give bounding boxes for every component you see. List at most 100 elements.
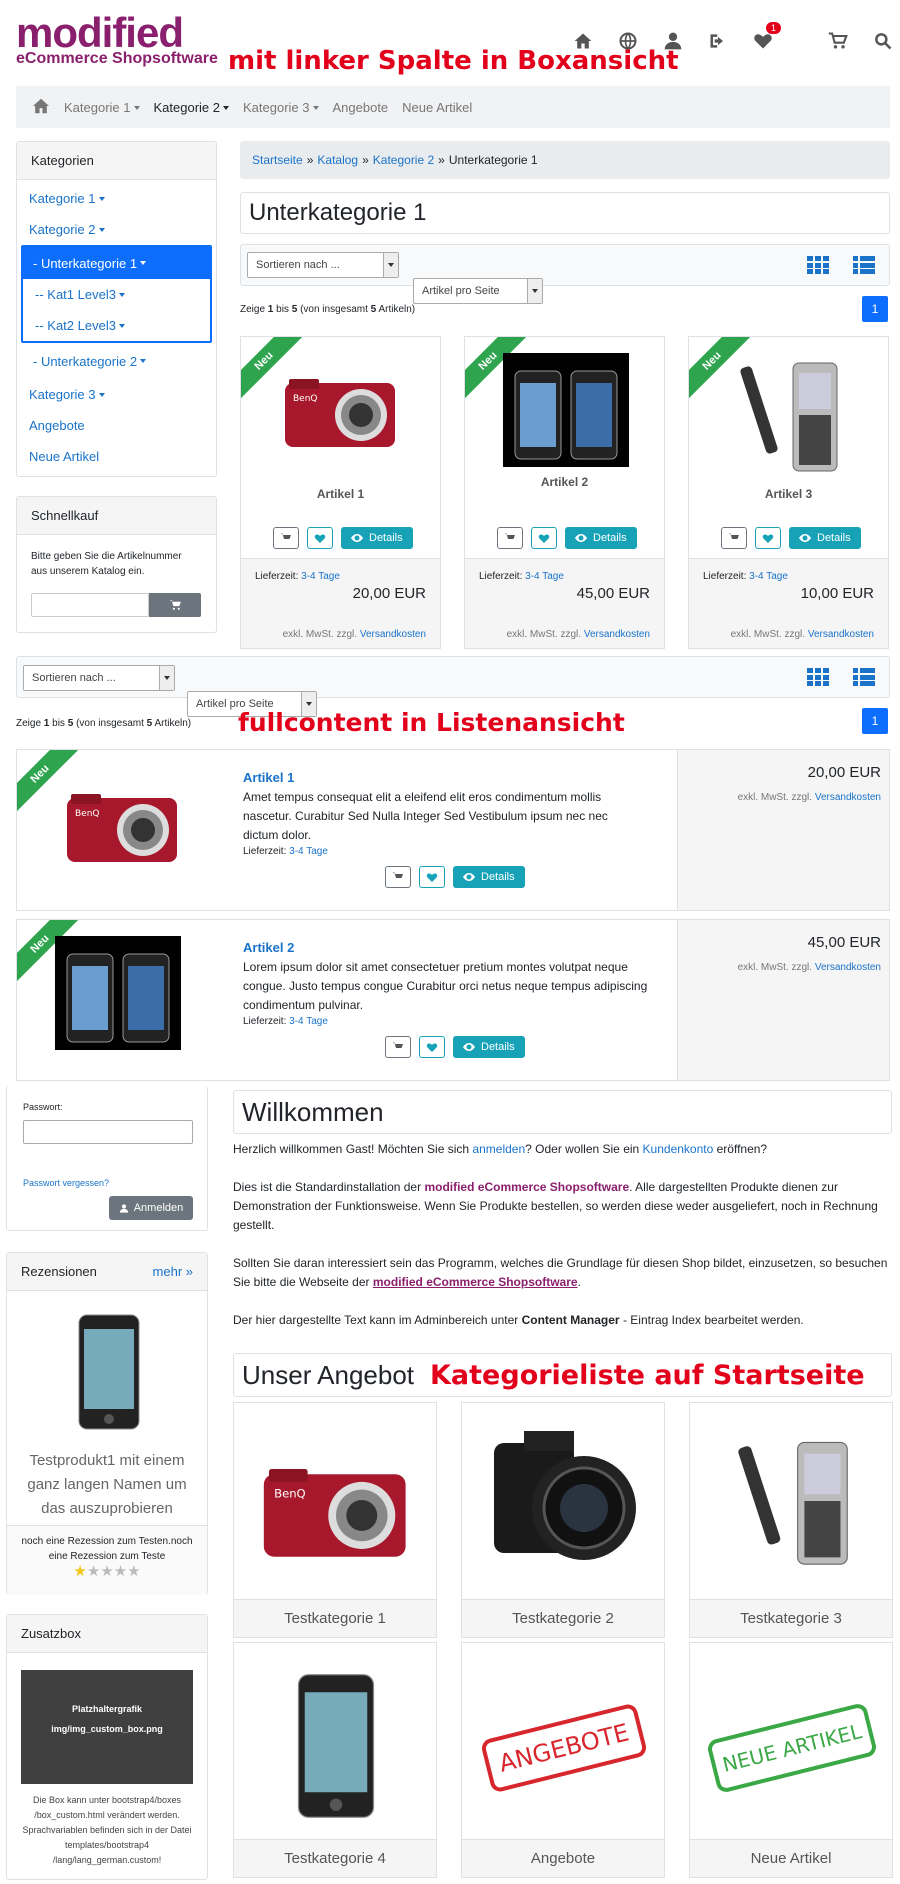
cart-icon[interactable] [815,26,860,56]
shipping-link[interactable]: Versandkosten [360,629,426,640]
wishlist-button[interactable] [307,527,333,549]
category-tile-1[interactable]: BenQ Testkategorie 1 [233,1402,437,1638]
heart-icon[interactable]: 1 [740,22,785,56]
category-tile-offers[interactable]: ANGEBOTE Angebote [461,1642,665,1878]
search-icon[interactable] [860,26,900,56]
nav-item-kategorie-2[interactable]: Kategorie 2 [154,100,229,115]
shipping-link[interactable]: Versandkosten [808,629,874,640]
category-tile-2[interactable]: Testkategorie 2 [461,1402,665,1638]
nav-item-kategorie-1[interactable]: Kategorie 1 [64,100,140,115]
product-name[interactable]: Artikel 3 [689,487,888,501]
details-button[interactable]: Details [565,527,637,549]
product-card-1[interactable]: Neu BenQ Artikel 1 Details Lieferzeit: 3… [240,336,441,649]
list-view-icon[interactable] [853,256,875,274]
side-neue-artikel[interactable]: Neue Artikel [17,441,216,472]
details-button[interactable]: Details [453,1036,525,1058]
review-product-image[interactable] [77,1313,141,1431]
add-to-cart-button[interactable] [273,527,299,549]
reviews-more-link[interactable]: mehr » [153,1264,193,1279]
product-image-camera[interactable]: BenQ [61,780,185,870]
welcome-title: Willkommen [233,1090,892,1134]
password-input[interactable] [23,1120,193,1144]
add-to-cart-button[interactable] [721,527,747,549]
product-name[interactable]: Artikel 1 [243,770,294,785]
user-icon[interactable] [650,26,695,56]
delivery-link[interactable]: 3-4 Tage [289,1016,328,1027]
listing-toolbar: Sortieren nach ... Artikel pro Seite [240,244,890,304]
product-footer: Lieferzeit: 3-4 Tage 10,00 EUR exkl. MwS… [689,558,888,648]
list-item-2[interactable]: Neu Artikel 2 Lorem ipsum dolor sit amet… [16,919,890,1081]
t: exkl. MwSt. zzgl. [737,792,813,803]
shipping-link[interactable]: Versandkosten [584,629,650,640]
details-button[interactable]: Details [341,527,413,549]
nav-home-icon[interactable] [32,98,50,117]
nav-item-neue-artikel[interactable]: Neue Artikel [402,100,472,115]
product-image-nokia[interactable] [733,355,843,475]
side-kat2-level3[interactable]: -- Kat2 Level3 [23,310,210,341]
login-button[interactable]: Anmelden [109,1196,193,1220]
side-angebote[interactable]: Angebote [17,410,216,441]
product-card-2[interactable]: Neu Artikel 2 Details Lieferzeit: 3-4 Ta… [464,336,665,649]
home-icon[interactable] [560,26,605,56]
side-kat1-level3[interactable]: -- Kat1 Level3 [23,279,210,310]
sort-select[interactable]: Sortieren nach ... [247,252,399,278]
add-to-cart-button[interactable] [385,1036,411,1058]
crumb-kategorie-2[interactable]: Kategorie 2 [373,153,434,167]
side-cat-2[interactable]: Kategorie 2 [17,214,216,245]
logout-icon[interactable] [695,26,740,56]
list-view-icon[interactable] [853,668,875,686]
category-tile-4[interactable]: Testkategorie 4 [233,1642,437,1878]
pagination-page-1[interactable]: 1 [862,296,888,322]
account-link[interactable]: Kundenkonto [643,1142,714,1156]
shipping-link[interactable]: Versandkosten [815,792,881,803]
product-name[interactable]: Artikel 2 [243,940,294,955]
add-to-cart-button[interactable] [385,866,411,888]
review-product-name[interactable]: Testprodukt1 mit einem ganz langen Namen… [17,1449,197,1521]
grid-view-icon[interactable] [807,256,829,274]
side-subcat-2[interactable]: - Unterkategorie 2 [17,343,216,379]
side-subcat-1[interactable]: - Unterkategorie 1 [23,247,210,279]
product-card-3[interactable]: Neu Artikel 3 Details Lieferzeit: 3-4 Ta… [688,336,889,649]
logo[interactable]: modified [16,12,184,54]
details-button[interactable]: Details [453,866,525,888]
pagination-page-1[interactable]: 1 [862,708,888,734]
crumb-catalog[interactable]: Katalog [317,153,358,167]
wishlist-button[interactable] [419,1036,445,1058]
category-tile-3[interactable]: Testkategorie 3 [689,1402,893,1638]
wishlist-button[interactable] [419,866,445,888]
category-image-dslr [494,1431,636,1560]
brand-link[interactable]: modified eCommerce Shopsoftware [373,1275,578,1289]
per-page-select[interactable]: Artikel pro Seite [413,278,543,304]
globe-icon[interactable] [605,26,650,56]
side-cat-3[interactable]: Kategorie 3 [17,379,216,410]
product-name[interactable]: Artikel 2 [465,475,664,489]
side-cat-1[interactable]: Kategorie 1 [17,183,216,214]
delivery-link[interactable]: 3-4 Tage [301,571,340,582]
quickbuy-input[interactable] [31,593,149,617]
quickbuy-cart-button[interactable] [149,593,201,617]
product-image-iphones[interactable] [503,353,629,467]
delivery-link[interactable]: 3-4 Tage [289,846,328,857]
grid-view-icon[interactable] [807,668,829,686]
eye-icon [351,534,363,542]
shipping-link[interactable]: Versandkosten [815,962,881,973]
list-item-1[interactable]: Neu BenQ Artikel 1 Amet tempus consequat… [16,749,890,911]
nav-item-angebote[interactable]: Angebote [333,100,389,115]
nav-item-kategorie-3[interactable]: Kategorie 3 [243,100,319,115]
crumb-home[interactable]: Startseite [252,153,303,167]
wishlist-button[interactable] [531,527,557,549]
forgot-password-link[interactable]: Passwort vergessen? [23,1178,109,1188]
details-button[interactable]: Details [789,527,861,549]
delivery-link[interactable]: 3-4 Tage [749,571,788,582]
category-tile-new[interactable]: NEUE ARTIKEL Neue Artikel [689,1642,893,1878]
sort-select[interactable]: Sortieren nach ... [23,665,175,691]
wishlist-button[interactable] [755,527,781,549]
product-image-camera[interactable]: BenQ [279,365,403,455]
delivery-link[interactable]: 3-4 Tage [525,571,564,582]
login-link[interactable]: anmelden [472,1142,525,1156]
product-name[interactable]: Artikel 1 [241,487,440,501]
add-to-cart-button[interactable] [497,527,523,549]
delivery-info: Lieferzeit: 3-4 Tage [243,1016,328,1027]
product-image-iphones[interactable] [55,936,181,1050]
list-result-count: Zeige 1 bis 5 (von insgesamt 5 Artikeln) [16,718,191,729]
